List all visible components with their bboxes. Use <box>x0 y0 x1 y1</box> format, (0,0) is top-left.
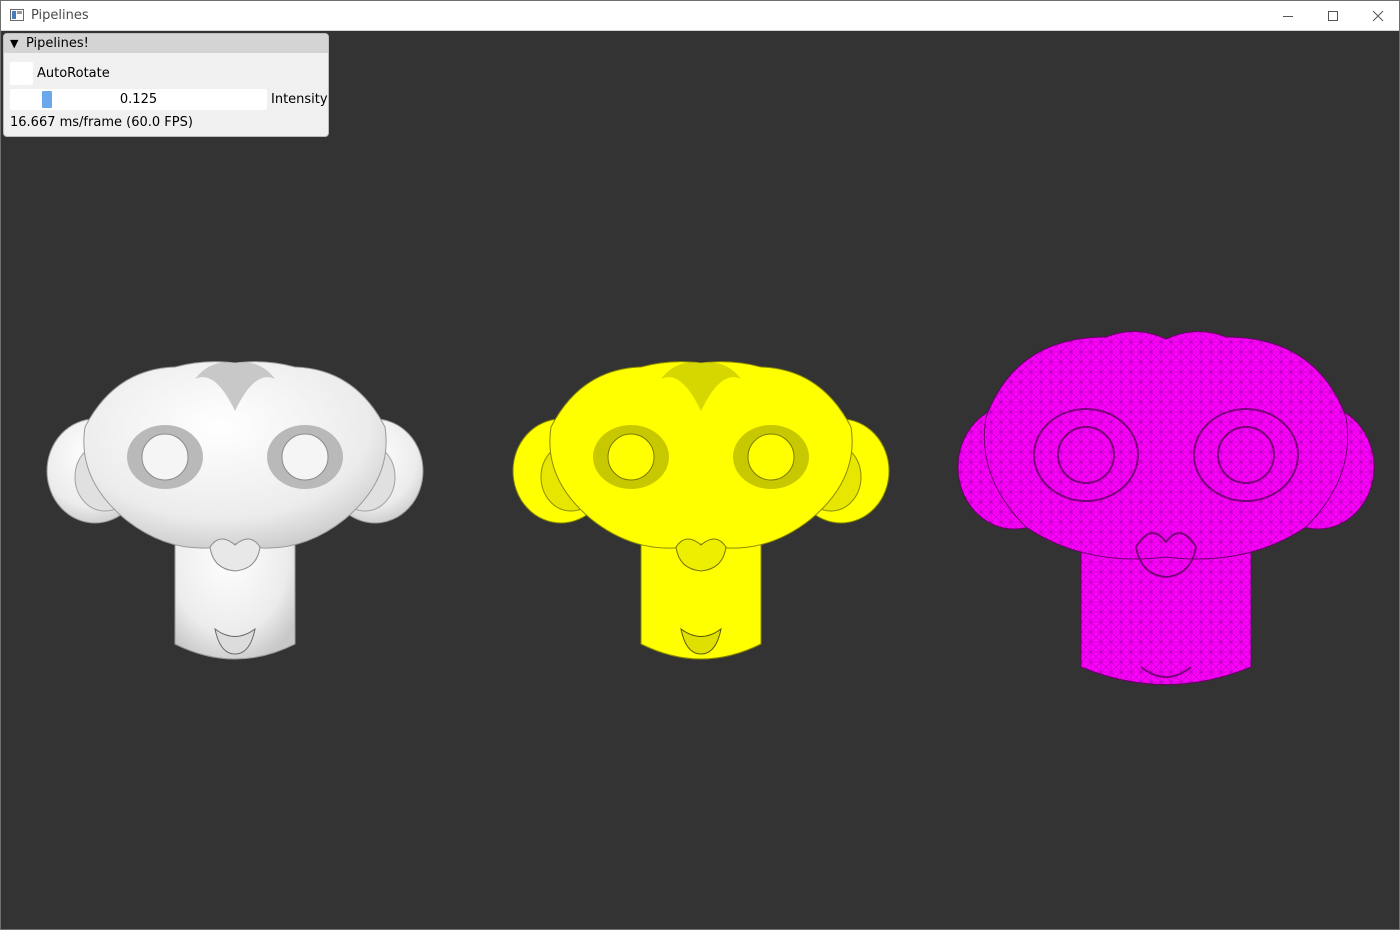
window-title: Pipelines <box>31 8 89 23</box>
autorotate-checkbox[interactable] <box>10 62 33 85</box>
phong-shaded-monkey <box>46 361 424 660</box>
maximize-icon <box>1328 10 1338 21</box>
collapse-arrow-icon[interactable]: ▼ <box>10 37 18 50</box>
close-button[interactable] <box>1355 1 1399 30</box>
autorotate-label: AutoRotate <box>37 66 110 81</box>
maximize-button[interactable] <box>1310 1 1356 30</box>
app-icon <box>10 9 24 21</box>
minimize-icon <box>1283 15 1293 17</box>
minimize-button[interactable] <box>1265 1 1311 30</box>
intensity-label: Intensity <box>271 92 328 107</box>
render-viewport[interactable] <box>1 31 1399 929</box>
toon-shaded-monkey <box>512 361 890 660</box>
intensity-slider[interactable]: 0.125 <box>10 89 267 110</box>
panel-header[interactable]: ▼ Pipelines! <box>4 34 328 53</box>
close-icon <box>1372 10 1384 21</box>
panel-title: Pipelines! <box>26 36 89 51</box>
intensity-value: 0.125 <box>119 92 158 107</box>
frame-stats: 16.667 ms/frame (60.0 FPS) <box>10 115 193 130</box>
title-bar[interactable]: Pipelines <box>1 1 1399 31</box>
app-window: Pipelines ▼ Pipelines! AutoRotate 0.125 … <box>0 0 1400 930</box>
pipelines-panel[interactable]: ▼ Pipelines! AutoRotate 0.125 Intensity … <box>3 33 329 137</box>
wireframe-monkey <box>957 331 1375 685</box>
